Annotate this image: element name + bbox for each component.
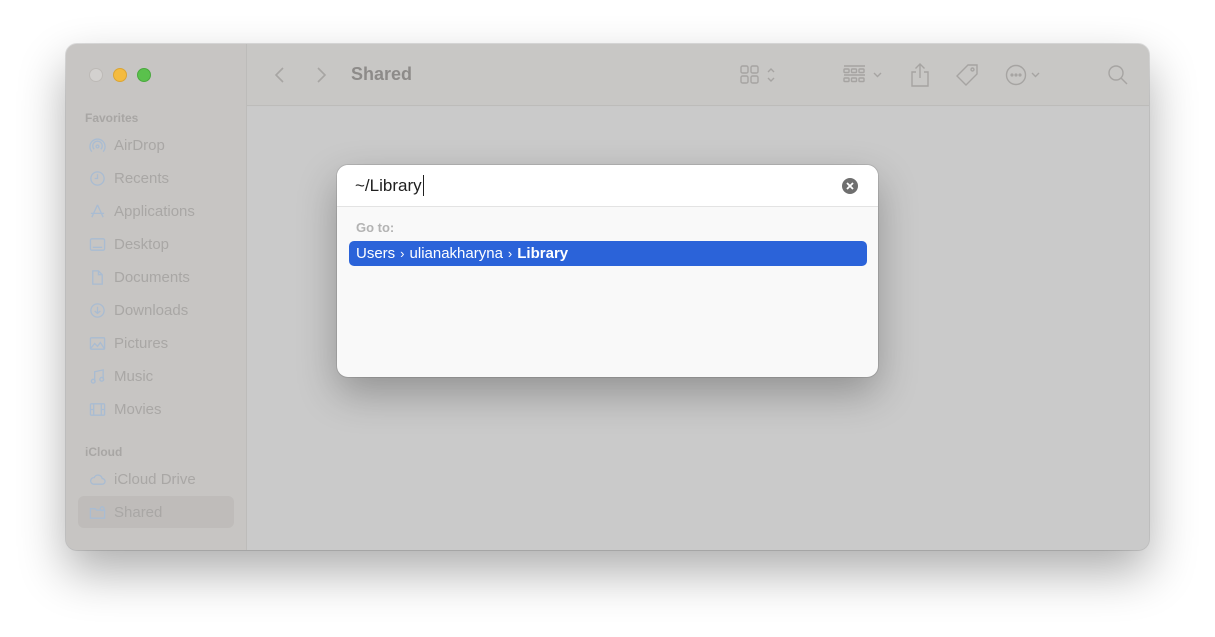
applications-icon: [88, 202, 106, 220]
shared-folder-icon: [88, 503, 106, 521]
sidebar-item-desktop[interactable]: Desktop: [78, 228, 234, 260]
airdrop-icon: [88, 136, 106, 154]
path-input[interactable]: ~/Library: [337, 165, 878, 207]
group-by-button[interactable]: [843, 62, 885, 88]
sidebar-item-label: Desktop: [114, 235, 170, 253]
more-actions-button[interactable]: [1005, 62, 1045, 88]
go-to-folder-dialog: ~/Library Go to: Users › ulianakharyna ›…: [337, 165, 878, 377]
forward-button[interactable]: [310, 63, 332, 87]
clock-icon: [88, 169, 106, 187]
share-icon: [911, 63, 929, 87]
sidebar-section-favorites: Favorites: [85, 111, 139, 125]
search-icon: [1108, 65, 1128, 85]
music-note-icon: [88, 367, 106, 385]
cloud-icon: [88, 470, 106, 488]
document-icon: [88, 268, 106, 286]
sidebar-item-icloud-drive[interactable]: iCloud Drive: [78, 463, 234, 495]
sidebar: Favorites AirDrop Recents Applications D…: [66, 44, 247, 550]
sidebar-item-airdrop[interactable]: AirDrop: [78, 129, 234, 161]
path-input-value: ~/Library: [355, 175, 422, 195]
minimize-window-button[interactable]: [113, 68, 127, 82]
photo-icon: [88, 334, 106, 352]
sidebar-item-recents[interactable]: Recents: [78, 162, 234, 194]
sidebar-item-documents[interactable]: Documents: [78, 261, 234, 293]
sidebar-item-label: Shared: [114, 503, 163, 521]
clear-button[interactable]: [842, 178, 858, 194]
path-segment-current: Library: [517, 245, 569, 262]
sidebar-item-music[interactable]: Music: [78, 360, 234, 392]
group-by-icon: [843, 65, 882, 83]
sidebar-item-downloads[interactable]: Downloads: [78, 294, 234, 326]
path-segment: Users: [356, 245, 396, 262]
path-separator-icon: ›: [400, 246, 405, 261]
share-button[interactable]: [909, 62, 931, 88]
sidebar-item-label: Movies: [114, 400, 162, 418]
forward-chevron-icon: [317, 67, 327, 83]
text-caret: [422, 175, 424, 196]
search-button[interactable]: [1107, 62, 1129, 88]
tag-button[interactable]: [954, 62, 980, 88]
window-title: Shared: [351, 64, 413, 84]
window-controls: [89, 68, 151, 82]
sidebar-item-pictures[interactable]: Pictures: [78, 327, 234, 359]
sidebar-item-shared[interactable]: Shared: [78, 496, 234, 528]
sidebar-item-label: Music: [114, 367, 154, 385]
clear-x-icon: [846, 182, 854, 190]
sidebar-item-movies[interactable]: Movies: [78, 393, 234, 425]
sidebar-item-label: iCloud Drive: [114, 470, 196, 488]
film-icon: [88, 400, 106, 418]
sidebar-item-applications[interactable]: Applications: [78, 195, 234, 227]
go-to-label: Go to:: [356, 220, 395, 235]
toolbar: Shared: [247, 44, 1149, 106]
sidebar-item-label: Recents: [114, 169, 170, 187]
path-separator-icon: ›: [507, 246, 513, 261]
close-window-button[interactable]: [89, 68, 103, 82]
sidebar-item-label: Applications: [114, 202, 195, 220]
grid-view-icon: [740, 65, 775, 84]
sidebar-item-label: Downloads: [114, 301, 189, 319]
path-segment: ulianakharyna: [409, 245, 503, 262]
zoom-window-button[interactable]: [137, 68, 151, 82]
sidebar-item-label: AirDrop: [114, 136, 165, 154]
back-chevron-icon: [274, 67, 284, 83]
sidebar-item-label: Documents: [114, 268, 190, 286]
more-actions-icon: [1005, 64, 1040, 86]
sidebar-section-icloud: iCloud: [85, 445, 123, 459]
desktop-icon: [88, 235, 106, 253]
tag-icon: [956, 64, 978, 86]
back-button[interactable]: [269, 63, 291, 87]
sidebar-item-label: Pictures: [114, 334, 169, 352]
view-mode-button[interactable]: [740, 62, 780, 88]
path-suggestion-row[interactable]: Users › ulianakharyna › Library: [349, 241, 867, 266]
download-icon: [88, 301, 106, 319]
